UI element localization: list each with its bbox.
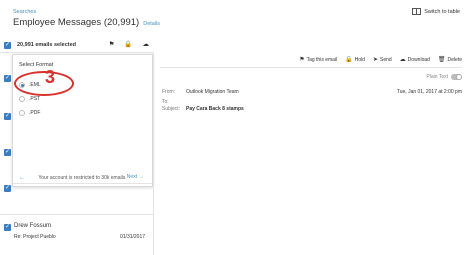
- from-label: From:: [162, 89, 176, 95]
- row-checkbox[interactable]: ✓: [4, 224, 11, 231]
- export-format-dialog: Select Format .EML .PST .PDF 3 ← Next →: [12, 54, 153, 187]
- row-divider: [0, 214, 153, 215]
- table-icon: [412, 8, 422, 15]
- row-checkbox[interactable]: ✓: [4, 149, 11, 156]
- cloud-download-icon[interactable]: ☁: [143, 40, 150, 48]
- send-label: Send: [379, 56, 392, 63]
- format-option-label: .PST: [29, 96, 41, 102]
- message-subject: Re: Project Pueblo: [14, 234, 56, 240]
- tag-email-button[interactable]: ⚑ Tag this email: [299, 56, 338, 64]
- plain-text-toggle[interactable]: [451, 74, 462, 80]
- selection-bar: ✓ 20,991 emails selected ⚑ 🔒 ☁: [4, 40, 154, 50]
- row-checkbox[interactable]: ✓: [4, 113, 11, 120]
- restriction-notice: Your account is restricted to 30k emails…: [38, 175, 127, 181]
- plain-text-toggle-row: Plain Text: [426, 74, 462, 80]
- format-option-label: .PDF: [29, 110, 41, 116]
- preview-toolbar: ⚑ Tag this email 🔒 Hold ➤ Send ☁ Downloa…: [299, 56, 462, 64]
- download-icon: ☁: [399, 57, 406, 63]
- message-date: 01/31/2017: [120, 234, 146, 240]
- subject-label: Subject:: [162, 106, 181, 112]
- delete-button[interactable]: 🗑 Delete: [437, 56, 462, 64]
- message-sender[interactable]: Drew Fossum: [14, 223, 51, 229]
- lock-icon[interactable]: 🔒: [124, 40, 132, 48]
- breadcrumb-searches[interactable]: Searches: [13, 9, 36, 15]
- annotation-step-number: 3: [45, 67, 56, 87]
- page-title: Employee Messages (20,991): [13, 17, 140, 28]
- pane-separator: [153, 52, 154, 255]
- download-button[interactable]: ☁ Download: [399, 56, 430, 64]
- lock-icon: 🔒: [345, 57, 353, 63]
- page-header: Searches Employee Messages (20,991) Deta…: [0, 0, 474, 34]
- hold-button[interactable]: 🔒 Hold: [345, 56, 365, 64]
- selection-actions: ⚑ 🔒 ☁: [109, 40, 149, 48]
- radio-button[interactable]: [19, 96, 25, 102]
- select-all-checkbox[interactable]: ✓: [4, 41, 11, 49]
- tag-icon[interactable]: ⚑: [109, 40, 115, 48]
- toolbar-divider: [160, 67, 462, 68]
- switch-to-table-label: Switch to table: [424, 8, 460, 15]
- tag-email-label: Tag this email: [306, 56, 338, 63]
- plain-text-label: Plain Text: [426, 74, 448, 80]
- details-link[interactable]: Details: [143, 21, 160, 27]
- format-option-pdf[interactable]: .PDF: [19, 110, 40, 116]
- download-label: Download: [407, 56, 430, 63]
- message-preview-pane: ⚑ Tag this email 🔒 Hold ➤ Send ☁ Downloa…: [160, 52, 462, 252]
- list-divider: [0, 52, 153, 53]
- subject-value: Pay Cara Back 8 stamps: [186, 106, 244, 112]
- hold-label: Hold: [354, 56, 365, 63]
- from-value: Outlook Migration Team: [186, 89, 239, 95]
- radio-button[interactable]: [19, 110, 25, 116]
- tag-icon: ⚑: [299, 57, 305, 63]
- to-label: To:: [162, 99, 169, 105]
- format-option-pst[interactable]: .PST: [19, 96, 40, 102]
- send-icon: ➤: [372, 57, 378, 63]
- selection-count: 20,991 emails selected: [17, 42, 77, 48]
- dialog-divider: [13, 183, 152, 184]
- switch-to-table-button[interactable]: Switch to table: [412, 8, 460, 15]
- email-date: Tue, Jan 01, 2017 at 2:00 pm: [396, 89, 462, 95]
- annotation-ellipse: [14, 71, 74, 96]
- delete-label: Delete: [447, 56, 462, 63]
- row-checkbox[interactable]: ✓: [4, 185, 11, 192]
- send-button[interactable]: ➤ Send: [372, 56, 392, 64]
- row-checkbox[interactable]: ✓: [4, 75, 11, 82]
- trash-icon: 🗑: [437, 57, 446, 63]
- title-row: Employee Messages (20,991) Details: [13, 17, 160, 28]
